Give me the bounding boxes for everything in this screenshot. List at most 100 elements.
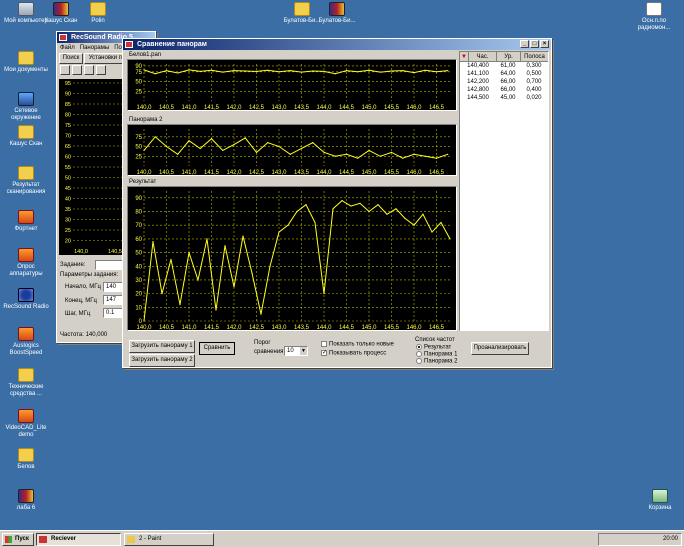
radio-empty-icon[interactable] <box>416 351 422 357</box>
compare-button[interactable]: Сравнить <box>199 342 235 355</box>
desktop-icon[interactable]: RecSound Radio <box>0 288 52 311</box>
menu-more[interactable]: По <box>114 45 122 51</box>
data-point <box>210 69 213 71</box>
load-panorama1-button[interactable]: Загрузить панораму 1 <box>129 340 195 353</box>
show-new-checkbox[interactable]: Показать только новые <box>321 341 394 348</box>
minimize-button[interactable]: _ <box>520 40 529 48</box>
table-row[interactable]: 142,200 66,00 0,700 <box>460 78 548 86</box>
table-cell: 141,100 <box>467 71 489 77</box>
show-process-checkbox[interactable]: ✓ Показывать процесс <box>321 350 386 357</box>
radio-panorama2[interactable]: Панорама 2 <box>416 358 457 365</box>
radio-panorama1[interactable]: Панорама 1 <box>416 351 457 358</box>
y-tick-label: 95 <box>65 81 71 87</box>
radio-result[interactable]: Результат <box>416 344 451 351</box>
new-file-icon[interactable] <box>60 65 70 75</box>
status-frequency: Частота: 140,000 <box>60 332 108 338</box>
desktop-icon[interactable]: Polin <box>72 2 124 25</box>
frequency-table[interactable]: ▼ Час. Ур. Полоса 140,400 61,00 0,300 141,1… <box>459 51 549 331</box>
table-row[interactable]: 142,800 66,00 0,400 <box>460 86 548 94</box>
data-point <box>143 149 145 152</box>
desktop-icon[interactable]: лаба 6 <box>0 489 52 512</box>
list-icon[interactable] <box>96 65 106 75</box>
sort-arrow-icon[interactable]: ▼ <box>460 52 468 61</box>
close-button[interactable]: × <box>540 40 549 48</box>
data-point <box>431 231 433 233</box>
open-folder-icon[interactable] <box>72 65 82 75</box>
data-point <box>269 265 271 267</box>
analyze-button[interactable]: Проанализировать <box>471 342 529 355</box>
x-tick-label: 142,5 <box>249 105 265 110</box>
data-point <box>377 204 379 206</box>
maximize-button[interactable]: □ <box>530 40 539 48</box>
compare-window[interactable]: Сравнение панорам _ □ × Белов1.pan 90 75 5… <box>122 38 552 368</box>
load-panorama2-button[interactable]: Загрузить панораму 2 <box>129 354 195 367</box>
data-point <box>188 140 190 142</box>
checkbox-checked-icon[interactable]: ✓ <box>321 350 327 356</box>
desktop-icon[interactable]: Белов <box>0 448 52 471</box>
y-tick-label: 30 <box>135 278 142 284</box>
data-point <box>300 71 303 73</box>
desktop-icon[interactable]: Осн.п.по радиомон... <box>628 2 680 32</box>
desktop-icon[interactable]: Auslogics BoostSpeed <box>0 327 52 357</box>
table-row[interactable]: 140,400 61,00 0,300 <box>460 62 548 70</box>
data-point <box>278 71 280 73</box>
compare-title: Сравнение панорам <box>137 41 207 48</box>
menu-panoramas[interactable]: Панорамы <box>80 45 109 51</box>
y-tick-label: 60 <box>135 237 142 243</box>
data-point <box>233 70 235 72</box>
start-button[interactable]: Пуск <box>2 533 34 546</box>
data-point <box>289 153 291 155</box>
radio-panorama2-label: Панорама 2 <box>424 358 458 365</box>
desktop-icon-label: RecSound Radio <box>3 304 49 310</box>
radio-selected-icon[interactable] <box>416 344 422 350</box>
desktop-icon[interactable]: VideoCAD_Lite demo <box>0 409 52 439</box>
y-tick-label: 50 <box>65 176 71 182</box>
threshold-select[interactable]: 10 ▼ <box>284 346 308 356</box>
desktop-icon[interactable]: Мои документы <box>0 51 52 74</box>
desktop-icon-label: Результат сканирования <box>6 182 46 195</box>
taskbar-reciever[interactable]: Reciever <box>36 533 121 546</box>
data-point <box>251 272 253 274</box>
data-point <box>379 155 381 157</box>
col-freq[interactable]: Час. <box>468 52 496 61</box>
data-point <box>440 221 442 224</box>
checkbox-empty-icon[interactable] <box>321 341 327 347</box>
col-level[interactable]: Ур. <box>496 52 520 61</box>
table-cell: 144,500 <box>467 95 489 101</box>
delete-icon[interactable] <box>84 65 94 75</box>
panorama2-chart: 75 50 25 140,0 140,5 141,0 141,5 142,0 142,5 143,… <box>135 129 450 176</box>
data-point <box>323 70 325 72</box>
table-row[interactable]: 141,100 64,00 0,500 <box>460 70 548 78</box>
x-tick-label: 145,5 <box>384 105 400 110</box>
desktop-icon[interactable]: Технические средства ... <box>0 368 52 398</box>
data-point <box>435 157 438 159</box>
desktop-icon[interactable]: Фортнет <box>0 210 52 233</box>
recsound-app-icon <box>59 34 67 41</box>
table-row[interactable]: 144,500 45,00 0,020 <box>460 94 548 102</box>
desktop-icon[interactable]: Булатов-Би... <box>311 2 363 25</box>
desktop-icon[interactable]: Кашус Скан <box>0 125 52 148</box>
tab-search[interactable]: Поиск <box>59 53 83 64</box>
end-field[interactable]: 147 <box>103 295 123 305</box>
menu-file[interactable]: Файл <box>60 45 75 51</box>
x-tick-label: 142,0 <box>226 170 242 175</box>
step-field[interactable]: 0.1 <box>103 308 123 318</box>
radio-empty-icon[interactable] <box>416 358 422 364</box>
start-field[interactable]: 140 <box>103 282 123 292</box>
y-tick-label: 40 <box>135 264 142 270</box>
taskbar-paint[interactable]: 2 - Paint <box>124 533 214 546</box>
desktop-icon[interactable]: Сетевое окружение <box>0 92 52 122</box>
y-tick-label: 55 <box>65 165 71 171</box>
desktop-icon[interactable]: Опрос аппаратуры <box>0 248 52 278</box>
folder-icon <box>18 125 34 139</box>
desktop-icon[interactable]: Корзина <box>634 489 684 512</box>
desktop-icon[interactable]: Результат сканирования <box>0 166 52 196</box>
tray-clock[interactable]: 20:00 <box>663 536 678 542</box>
compare-titlebar[interactable]: Сравнение панорам _ □ × <box>123 39 551 50</box>
x-tick-label: 141,0 <box>181 105 197 110</box>
col-band[interactable]: Полоса <box>520 52 548 61</box>
radio-panorama1-label: Панорама 1 <box>424 351 458 358</box>
dropdown-arrow-icon[interactable]: ▼ <box>300 347 307 355</box>
folder-icon <box>18 166 34 180</box>
data-point <box>267 142 269 144</box>
